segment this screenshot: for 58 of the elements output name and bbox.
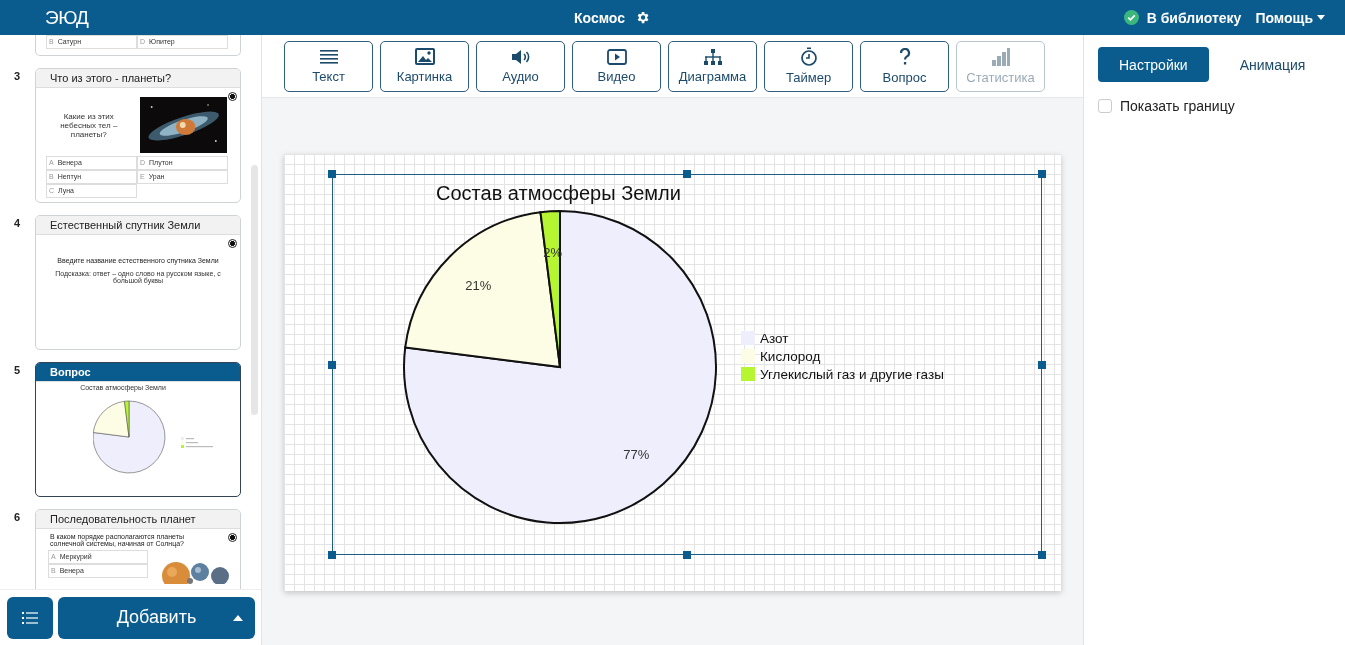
- lines-icon: [319, 48, 338, 65]
- checkbox[interactable]: [1098, 99, 1112, 113]
- image-icon: [414, 48, 435, 65]
- bar-chart-icon: [991, 47, 1010, 66]
- stopwatch-icon: [799, 47, 818, 66]
- slide-number: 3: [13, 69, 22, 82]
- resize-handle[interactable]: [328, 170, 336, 178]
- tool-button[interactable]: Таймер: [764, 40, 853, 92]
- legend-label: Углекислый газ и другие газы: [760, 367, 944, 382]
- tool-button[interactable]: Аудио: [476, 40, 565, 92]
- slide-title: Что из этого - планеты?: [36, 69, 240, 88]
- play-icon: [606, 48, 627, 65]
- question-mark-icon: [898, 47, 911, 66]
- radio-icon: [228, 533, 237, 542]
- check-circle-icon: [1123, 10, 1139, 25]
- resize-handle[interactable]: [683, 170, 691, 178]
- legend-swatch: [741, 349, 755, 363]
- slide-title: Вопрос: [36, 363, 240, 382]
- legend-swatch: [741, 331, 755, 345]
- library-link[interactable]: В библиотеку: [1146, 9, 1242, 26]
- settings-icon[interactable]: [635, 10, 651, 25]
- chart-title: Состав атмосферы Земли: [436, 182, 681, 204]
- tool-button[interactable]: Картинка: [380, 40, 469, 92]
- resize-handle[interactable]: [1038, 551, 1046, 559]
- slide-title: Последовательность планет: [36, 510, 240, 529]
- legend-label: Кислород: [760, 349, 821, 364]
- logo[interactable]: ЭЮД: [45, 6, 89, 29]
- slide-number: 5: [13, 363, 22, 376]
- radio-icon: [228, 92, 237, 101]
- panel-tab[interactable]: Анимация: [1218, 47, 1327, 82]
- value-label: 21%: [465, 278, 492, 294]
- slide-number: 6: [13, 510, 22, 523]
- tool-button[interactable]: Видео: [572, 40, 661, 92]
- legend-swatch: [741, 367, 755, 381]
- add-button[interactable]: Добавить: [58, 596, 255, 639]
- question-text: Какие из этих небесных тел – планеты?: [59, 111, 119, 139]
- slide-title: Естественный спутник Земли: [36, 216, 240, 235]
- radio-icon: [228, 239, 237, 248]
- slide-number: 4: [13, 216, 22, 229]
- help-menu[interactable]: Помощь: [1255, 9, 1325, 26]
- scrollbar[interactable]: [251, 165, 258, 415]
- list-icon: [22, 610, 38, 625]
- value-label: 77%: [623, 446, 650, 462]
- list-button[interactable]: [7, 596, 53, 639]
- panel-tab[interactable]: Настройки: [1098, 47, 1209, 82]
- resize-handle[interactable]: [328, 360, 336, 369]
- resize-handle[interactable]: [328, 551, 336, 559]
- speaker-icon: [510, 48, 531, 65]
- resize-handle[interactable]: [1038, 170, 1046, 178]
- resize-handle[interactable]: [1038, 360, 1046, 369]
- tool-button[interactable]: Диаграмма: [668, 40, 757, 92]
- checkbox-label: Показать границу: [1120, 98, 1235, 114]
- tool-button[interactable]: Вопрос: [860, 40, 949, 92]
- legend-label: Азот: [760, 331, 789, 346]
- document-title: Космос: [574, 9, 626, 26]
- tool-button[interactable]: Текст: [284, 40, 373, 92]
- hierarchy-icon: [702, 48, 723, 65]
- resize-handle[interactable]: [683, 551, 691, 559]
